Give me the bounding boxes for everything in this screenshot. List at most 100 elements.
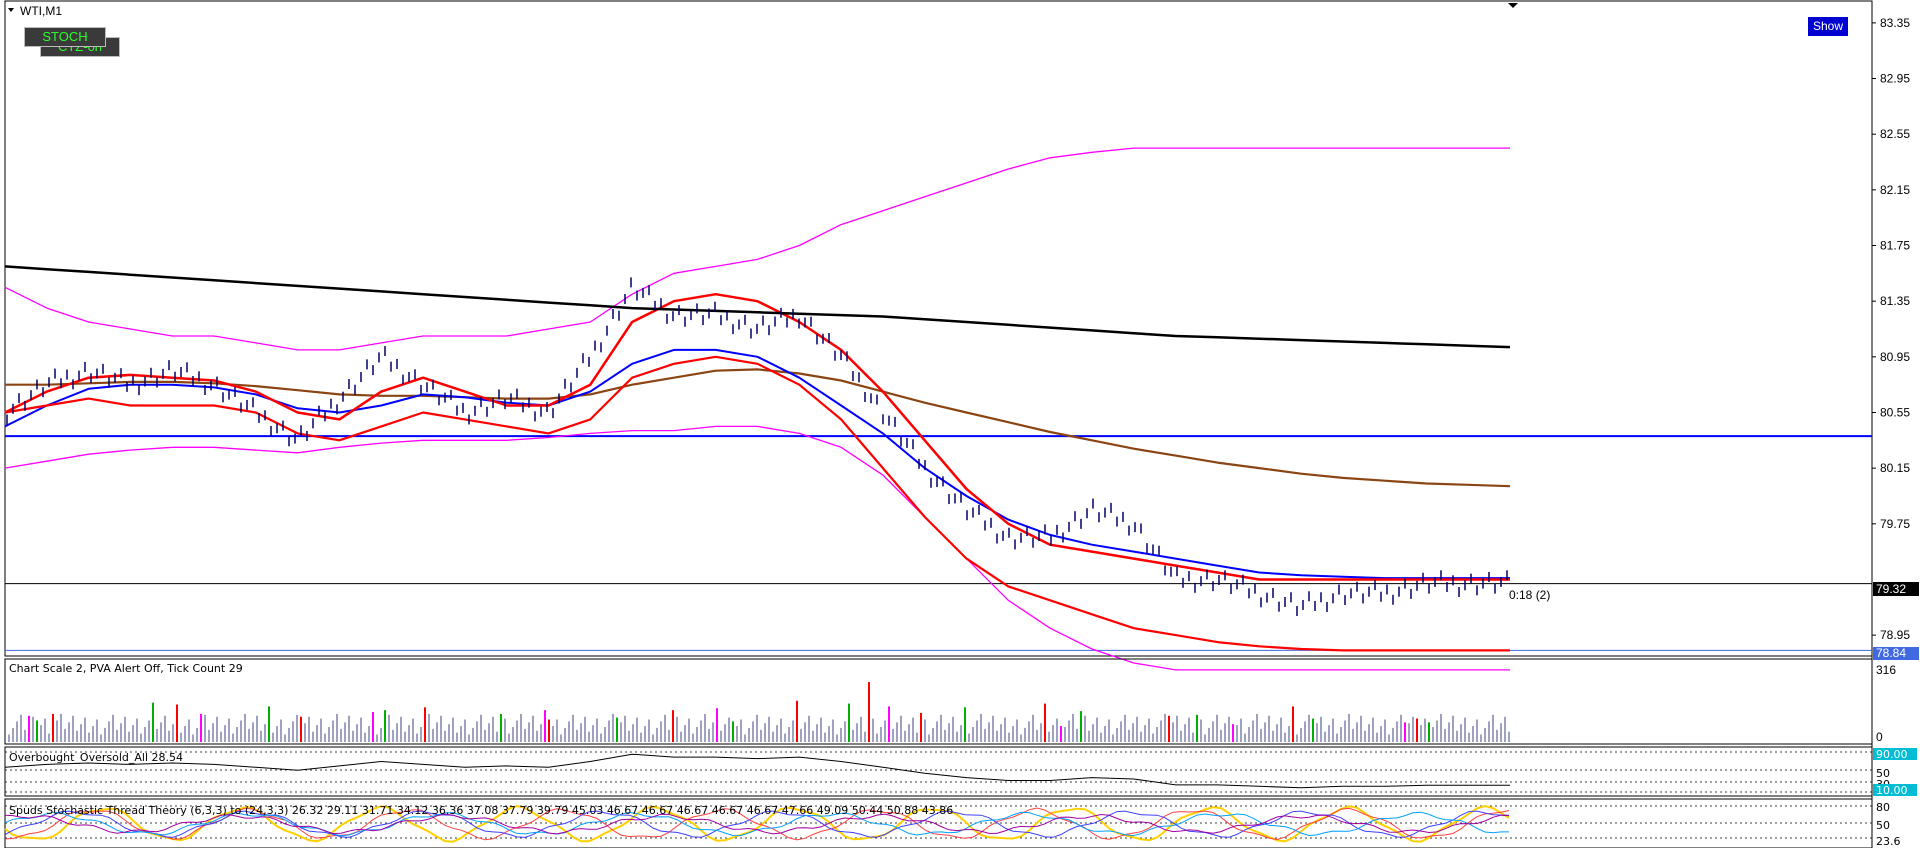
volume-bar <box>56 720 58 742</box>
volume-bar <box>696 727 698 742</box>
show-button[interactable]: Show <box>1808 17 1848 36</box>
volume-bar <box>132 725 134 742</box>
volume-bar <box>216 716 218 742</box>
price-tick-label-7: 80.55 <box>1880 405 1910 419</box>
volume-bar <box>144 727 146 742</box>
volume-bar <box>888 706 890 742</box>
volume-bar <box>1060 726 1062 742</box>
volume-bar <box>1408 723 1410 742</box>
volume-bar <box>1052 725 1054 742</box>
volume-bar <box>616 717 618 742</box>
volume-bar <box>484 729 486 742</box>
volume-bar <box>1276 724 1278 742</box>
volume-bar <box>588 731 590 742</box>
volume-bar <box>112 714 114 742</box>
volume-bar <box>720 730 722 742</box>
volume-bar <box>1384 719 1386 742</box>
volume-bar <box>1304 721 1306 742</box>
volume-bar <box>1328 725 1330 742</box>
volume-bar <box>964 707 966 742</box>
volume-bar <box>560 734 562 742</box>
volume-bar <box>28 715 30 742</box>
price-tick-label-5: 81.35 <box>1880 294 1910 308</box>
stoch-toggle-button[interactable]: STOCH <box>24 27 106 47</box>
volume-bar <box>1464 717 1466 742</box>
volume-bar <box>1492 714 1494 742</box>
current-price-label: 79.32 <box>1876 582 1906 596</box>
volume-bar <box>204 714 206 742</box>
volume-bar <box>80 724 82 742</box>
volume-bar <box>84 717 86 742</box>
shift-marker-icon[interactable] <box>1508 3 1518 8</box>
volume-bar <box>1016 719 1018 742</box>
volume-bar <box>464 719 466 742</box>
volume-bar <box>520 713 522 742</box>
volume-bar <box>760 729 762 742</box>
volume-bar <box>1228 716 1230 742</box>
volume-bar <box>1488 721 1490 742</box>
volume-bar <box>1440 713 1442 742</box>
volume-bar <box>220 731 222 742</box>
volume-bar <box>1208 727 1210 742</box>
volume-label: Chart Scale 2, PVA Alert Off, Tick Count… <box>9 662 243 675</box>
volume-bar <box>224 725 226 742</box>
volume-bar <box>716 708 718 742</box>
price-tick-label-10: 78.95 <box>1880 628 1910 642</box>
stoch-level-50: 50 <box>1876 819 1890 832</box>
volume-bar <box>320 718 322 742</box>
volume-bar <box>900 715 902 742</box>
volume-bar <box>756 714 758 742</box>
collapse-triangle-icon[interactable] <box>8 8 14 12</box>
volume-bar <box>688 718 690 742</box>
volume-bar <box>844 721 846 742</box>
volume-bar <box>1064 727 1066 742</box>
volume-bar <box>492 716 494 742</box>
volume-bar <box>1096 717 1098 742</box>
volume-bar <box>672 710 674 742</box>
volume-bar <box>1412 716 1414 742</box>
volume-bar <box>884 720 886 742</box>
volume-bar <box>272 732 274 742</box>
volume-bar <box>160 722 162 742</box>
volume-bar <box>1080 711 1082 742</box>
volume-bar <box>120 723 122 742</box>
volume-bar <box>36 720 38 742</box>
volume-bar <box>1468 732 1470 742</box>
osc-level-10: 10.00 <box>1876 784 1908 797</box>
volume-bar <box>812 730 814 742</box>
volume-bar <box>1340 727 1342 742</box>
volume-bar <box>892 728 894 742</box>
volume-bar <box>180 732 182 742</box>
volume-bar <box>424 707 426 742</box>
volume-bar <box>700 720 702 742</box>
volume-bar <box>612 713 614 742</box>
volume-bar <box>376 734 378 742</box>
volume-bar <box>792 720 794 742</box>
volume-bar <box>380 727 382 742</box>
volume-bar <box>780 718 782 742</box>
volume-bar <box>564 727 566 742</box>
volume-bar <box>12 727 14 742</box>
volume-bar <box>536 730 538 742</box>
volume-bar <box>96 719 98 742</box>
volume-bar <box>1152 733 1154 742</box>
volume-bar <box>648 719 650 742</box>
volume-bar <box>608 720 610 742</box>
volume-bar <box>1380 726 1382 742</box>
volume-bar <box>252 722 254 742</box>
volume-bar <box>1116 727 1118 742</box>
price-tick-label-1: 82.95 <box>1880 72 1910 86</box>
volume-bar <box>72 715 74 742</box>
stoch-level-80: 80 <box>1876 801 1890 814</box>
volume-bar <box>1136 716 1138 742</box>
price-tick-label-9: 79.75 <box>1880 517 1910 531</box>
volume-bar <box>752 721 754 742</box>
volume-bar <box>128 731 130 742</box>
volume-bar <box>880 727 882 742</box>
volume-bar <box>908 724 910 742</box>
volume-bar <box>656 727 658 742</box>
volume-bar <box>1128 729 1130 742</box>
volume-bar <box>16 721 18 742</box>
volume-bar <box>988 722 990 742</box>
price-tick-label-0: 83.35 <box>1880 16 1910 30</box>
